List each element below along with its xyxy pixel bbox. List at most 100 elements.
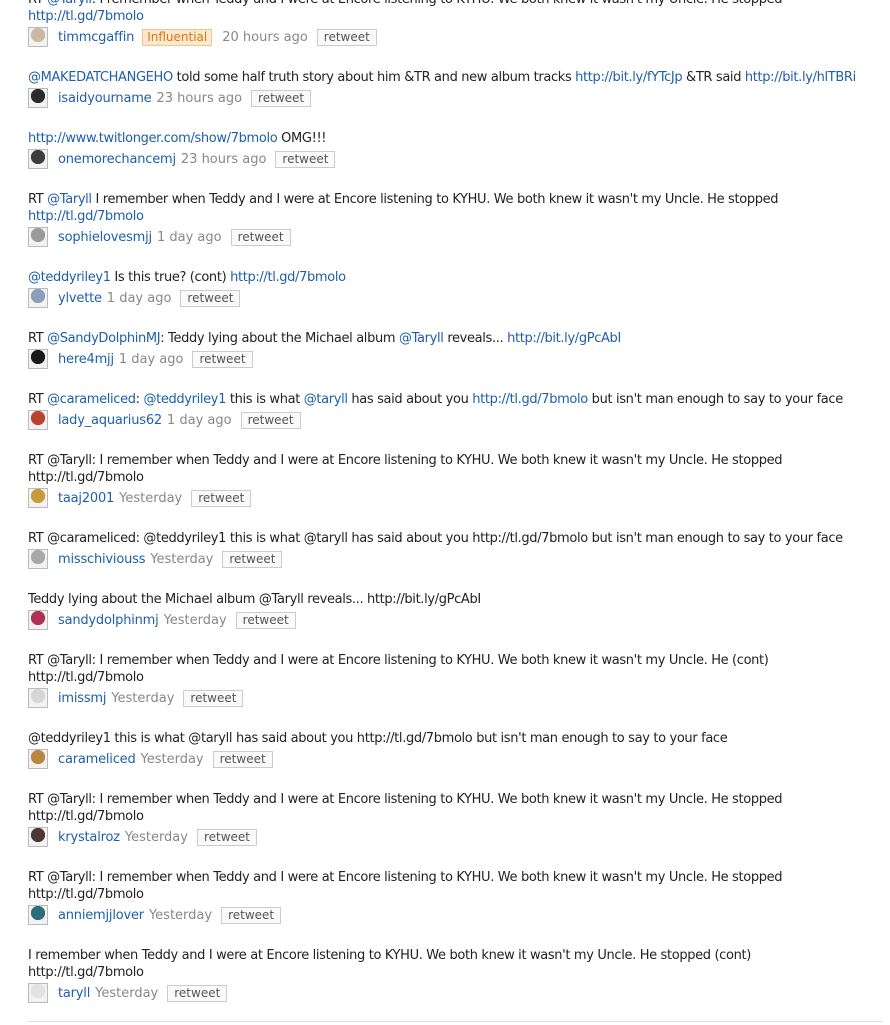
tweet-item: RT @Taryll: I remember when Teddy and I … [28, 0, 878, 69]
tweet-item: RT @Taryll: I remember when Teddy and I … [28, 452, 878, 530]
retweet-button[interactable]: retweet [212, 750, 273, 768]
tweet-text-segment: RT @Taryll: I remember when Teddy and I … [28, 792, 783, 807]
tweet-text-segment: but isn't man enough to say to your face [587, 392, 844, 407]
retweet-button[interactable]: retweet [316, 28, 377, 46]
retweet-button[interactable]: retweet [180, 289, 241, 307]
avatar[interactable] [28, 349, 48, 369]
retweet-button[interactable]: retweet [167, 984, 228, 1002]
tweet-item: http://www.twitlonger.com/show/7bmolo OM… [28, 130, 878, 191]
tweet-meta: krystalroz Yesterday retweet [28, 826, 878, 848]
tweet-link[interactable]: @Taryll [47, 192, 92, 207]
tweet-text-segment: has said about you [347, 392, 473, 407]
tweet-link[interactable]: @teddyriley1 [28, 270, 111, 285]
tweet-text-segment: http://tl.gd/7bmolo [28, 965, 144, 980]
avatar[interactable] [28, 749, 48, 769]
username-link[interactable]: carameliced [58, 752, 136, 767]
tweet-link[interactable]: http://tl.gd/7bmolo [28, 209, 144, 224]
tweet-timestamp: 23 hours ago [180, 151, 267, 167]
tweet-link[interactable]: @SandyDolphinMJ [47, 331, 160, 346]
retweet-button[interactable]: retweet [196, 828, 258, 846]
tweet-text-segment: RT @Taryll: I remember when Teddy and I … [28, 653, 769, 668]
tweet-meta: anniemjjlover Yesterday retweet [28, 904, 878, 926]
tweet-timestamp: Yesterday [148, 907, 213, 923]
username-link[interactable]: krystalroz [58, 830, 120, 845]
tweet-meta: taryll Yesterday retweet [28, 982, 878, 1004]
retweet-button[interactable]: retweet [222, 550, 283, 568]
retweet-button[interactable]: retweet [251, 89, 312, 107]
tweet-text: http://www.twitlonger.com/show/7bmolo OM… [28, 130, 878, 147]
retweet-button[interactable]: retweet [192, 350, 253, 368]
username-link[interactable]: taaj2001 [58, 491, 114, 506]
avatar[interactable] [28, 549, 48, 569]
tweet-link[interactable]: http://bit.ly/hlTBRi [745, 70, 856, 85]
tweet-text: @MAKEDATCHANGEHO told some half truth st… [28, 69, 878, 86]
avatar[interactable] [28, 827, 48, 847]
tweet-timestamp: 1 day ago [106, 290, 172, 306]
tweet-text-segment: RT @Taryll: I remember when Teddy and I … [28, 870, 783, 885]
tweet-text-segment: &TR said [682, 70, 745, 85]
username-link[interactable]: here4mjj [58, 352, 114, 367]
tweet-text: RT @carameliced: @teddyriley1 this is wh… [28, 391, 878, 408]
retweet-button[interactable]: retweet [275, 150, 336, 168]
username-link[interactable]: ylvette [58, 291, 102, 306]
tweet-link[interactable]: http://tl.gd/7bmolo [28, 9, 144, 24]
tweet-item: RT @Taryll: I remember when Teddy and I … [28, 652, 878, 730]
tweet-link[interactable]: http://bit.ly/fYTcJp [575, 70, 682, 85]
tweet-text-segment: RT @carameliced: @teddyriley1 this is wh… [28, 531, 843, 546]
tweet-link[interactable]: http://tl.gd/7bmolo [472, 392, 588, 407]
tweet-text: RT @Taryll I remember when Teddy and I w… [28, 191, 878, 225]
avatar[interactable] [28, 27, 48, 47]
tweet-text-segment: OMG!!! [277, 131, 327, 146]
tweet-meta: isaidyourname 23 hours ago retweet [28, 87, 878, 109]
username-link[interactable]: onemorechancemj [58, 152, 176, 167]
tweet-link[interactable]: @taryll [304, 392, 348, 407]
retweet-button[interactable]: retweet [183, 689, 244, 707]
tweet-timestamp: Yesterday [111, 690, 175, 706]
username-link[interactable]: isaidyourname [58, 91, 152, 106]
avatar[interactable] [28, 688, 48, 708]
retweet-button[interactable]: retweet [191, 489, 252, 507]
username-link[interactable]: timmcgaffin [58, 30, 134, 45]
username-link[interactable]: lady_aquarius62 [58, 413, 162, 428]
avatar[interactable] [28, 983, 48, 1003]
username-link[interactable]: misschiviouss [58, 552, 145, 567]
tweet-link[interactable]: http://tl.gd/7bmolo [230, 270, 346, 285]
tweet-link[interactable]: http://www.twitlonger.com/show/7bmolo [28, 131, 278, 146]
tweet-timestamp: 1 day ago [166, 412, 232, 428]
tweet-text: RT @Taryll: I remember when Teddy and I … [28, 652, 878, 686]
tweet-link[interactable]: http://bit.ly/gPcAbI [507, 331, 621, 346]
tweet-text: RT @Taryll: I remember when Teddy and I … [28, 0, 878, 25]
tweet-text-segment: http://tl.gd/7bmolo [28, 809, 144, 824]
avatar[interactable] [28, 227, 48, 247]
tweet-meta: onemorechancemj 23 hours ago retweet [28, 148, 878, 170]
tweet-timestamp: Yesterday [124, 829, 188, 845]
username-link[interactable]: taryll [58, 986, 90, 1001]
tweet-link[interactable]: @carameliced [47, 392, 136, 407]
tweet-link[interactable]: @teddyriley1 [143, 392, 226, 407]
tweet-text-segment: : I remember when Teddy and I were at En… [92, 0, 783, 7]
avatar[interactable] [28, 149, 48, 169]
avatar[interactable] [28, 410, 48, 430]
tweet-link[interactable]: @Taryll [47, 0, 92, 7]
retweet-button[interactable]: retweet [235, 611, 296, 629]
tweet-text-segment: http://tl.gd/7bmolo [28, 470, 144, 485]
retweet-button[interactable]: retweet [230, 228, 291, 246]
avatar[interactable] [28, 905, 48, 925]
avatar[interactable] [28, 488, 48, 508]
influential-badge: Influential [142, 28, 213, 46]
username-link[interactable]: sandydolphinmj [58, 613, 159, 628]
tweet-text: RT @carameliced: @teddyriley1 this is wh… [28, 530, 878, 547]
tweet-text-segment: Is this true? (cont) [110, 270, 231, 285]
retweet-button[interactable]: retweet [240, 411, 301, 429]
tweet-item: Teddy lying about the Michael album @Tar… [28, 591, 878, 652]
username-link[interactable]: imissmj [58, 691, 107, 706]
username-link[interactable]: anniemjjlover [58, 908, 144, 923]
avatar[interactable] [28, 88, 48, 108]
retweet-button[interactable]: retweet [221, 906, 282, 924]
tweet-link[interactable]: @MAKEDATCHANGEHO [28, 70, 173, 85]
tweet-link[interactable]: @Taryll [399, 331, 444, 346]
avatar[interactable] [28, 610, 48, 630]
tweet-item: @teddyriley1 Is this true? (cont) http:/… [28, 269, 878, 330]
avatar[interactable] [28, 288, 48, 308]
username-link[interactable]: sophielovesmjj [58, 230, 152, 245]
